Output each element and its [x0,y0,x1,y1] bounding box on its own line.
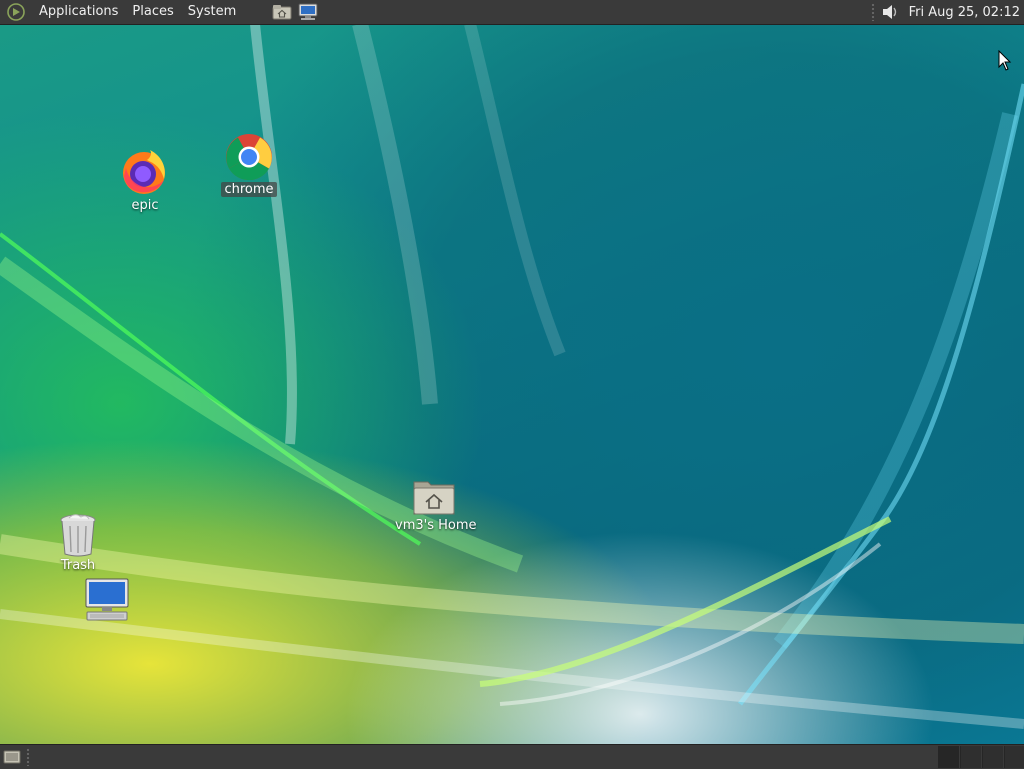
mouse-cursor-icon [998,50,1012,71]
desktop-icon-computer[interactable] [82,577,132,625]
desktop-icon-label: chrome [221,182,277,197]
show-desktop-icon[interactable] [3,748,21,766]
applications-menu-logo-icon[interactable] [6,2,26,22]
home-folder-icon [413,481,455,515]
menu-applications[interactable]: Applications [32,0,125,24]
bottom-panel [0,744,1024,769]
desktop-icon-epic[interactable]: epic [110,146,180,213]
panel-handle[interactable] [870,3,875,21]
workspace-1[interactable] [938,746,959,768]
computer-icon [85,578,129,621]
menu-places[interactable]: Places [125,0,180,24]
workspace-2[interactable] [960,746,981,768]
home-folder-launcher-icon[interactable] [271,2,293,22]
wallpaper-light-streaks [0,24,1024,729]
menu-system[interactable]: System [181,0,243,24]
chrome-icon [226,134,272,181]
trash-icon [60,514,96,557]
panel-clock[interactable]: Fri Aug 25, 02:12 [909,5,1020,20]
desktop-icon-home[interactable]: vm3's Home [392,476,477,533]
panel-handle[interactable] [26,748,30,766]
desktop-icon-chrome[interactable]: chrome [214,132,284,197]
speaker-icon[interactable] [881,3,899,21]
desktop-icon-label: epic [131,198,159,213]
computer-launcher-icon[interactable] [297,2,319,22]
desktop-icon-label: vm3's Home [395,518,477,533]
firefox-icon [123,150,165,194]
desktop-wallpaper[interactable] [0,24,1024,744]
desktop-icon-trash[interactable]: Trash [50,512,106,573]
workspace-4[interactable] [1004,746,1024,768]
desktop-icon-label: Trash [60,558,96,573]
top-panel: Applications Places System Fri Aug 25, 0… [0,0,1024,25]
workspace-3[interactable] [982,746,1003,768]
